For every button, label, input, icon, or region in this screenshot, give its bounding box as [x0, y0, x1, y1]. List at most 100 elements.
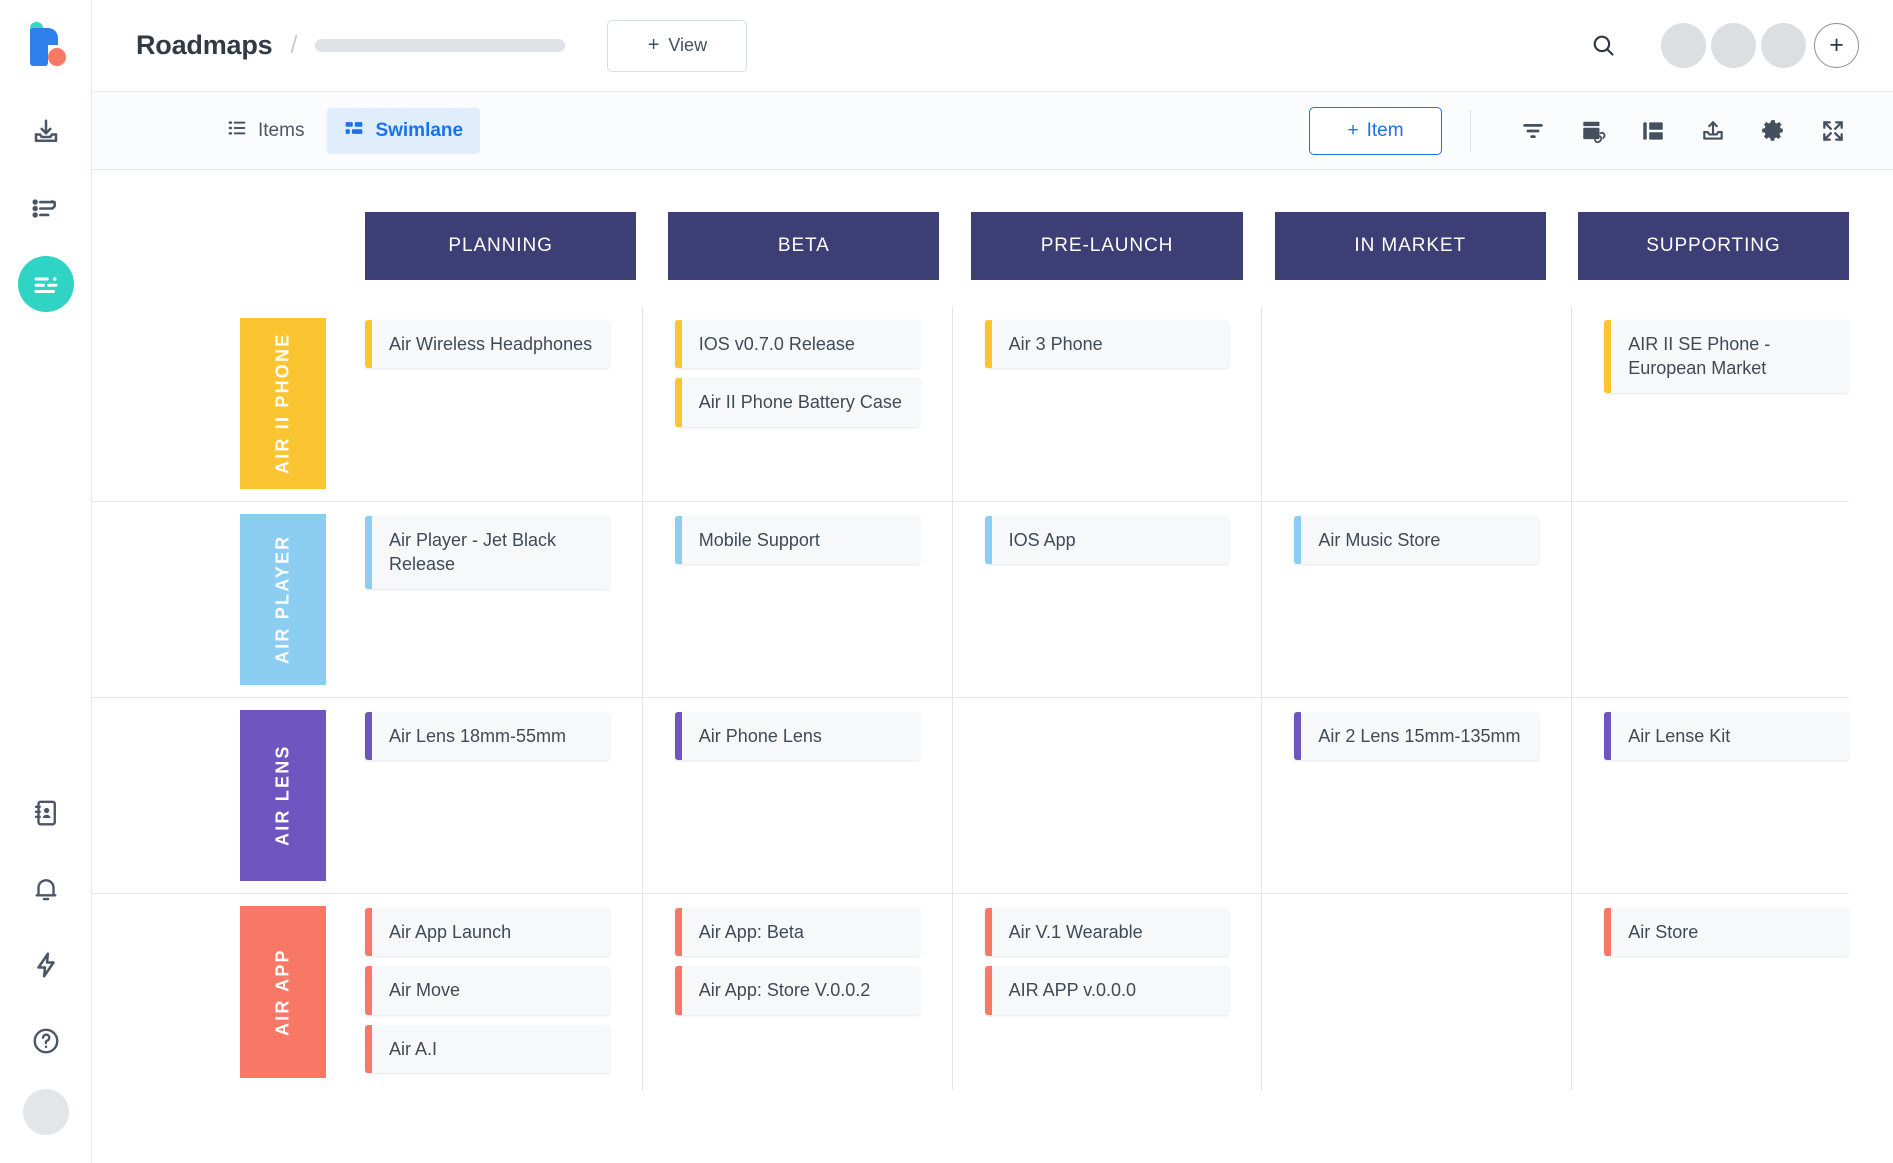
lane-cell-planning[interactable]: Air Wireless Headphones	[365, 306, 643, 501]
lane-cell-beta[interactable]: Air Phone Lens	[674, 698, 953, 893]
lane-cell-beta[interactable]: IOS v0.7.0 Release Air II Phone Battery C…	[674, 306, 953, 501]
layout-columns-icon[interactable]	[1627, 107, 1679, 155]
address-book-icon[interactable]	[18, 785, 74, 841]
app-logo-icon[interactable]	[20, 18, 72, 70]
view-toolbar: Items Swimlane + Item	[92, 92, 1893, 170]
export-upload-icon[interactable]	[1687, 107, 1739, 155]
lane-label-air-player[interactable]: AIR PLAYER	[240, 514, 326, 685]
fullscreen-expand-icon[interactable]	[1807, 107, 1859, 155]
roadmap-card[interactable]: Mobile Support	[674, 516, 920, 565]
column-header-beta[interactable]: BETA	[668, 212, 940, 280]
card-color-stripe	[984, 966, 992, 1015]
roadmap-card[interactable]: Air App: Beta	[674, 908, 920, 957]
roadmap-card[interactable]: Air Lense Kit	[1604, 712, 1849, 761]
roadmap-card[interactable]: IOS v0.7.0 Release	[674, 320, 920, 369]
lane-cell-pre-launch[interactable]: IOS App	[984, 502, 1263, 697]
card-title: Air Music Store	[1318, 530, 1441, 550]
column-header-planning[interactable]: PLANNING	[365, 212, 637, 280]
roadmap-card[interactable]: Air Music Store	[1294, 516, 1540, 565]
roadmap-card[interactable]: AIR APP v.0.0.0	[984, 966, 1230, 1015]
plus-icon: +	[1347, 119, 1359, 141]
roadmap-board-icon[interactable]	[17, 256, 74, 312]
roadmap-card[interactable]: Air Phone Lens	[674, 712, 920, 761]
roadmap-card[interactable]: Air 3 Phone	[984, 320, 1230, 369]
filter-icon[interactable]	[1507, 107, 1559, 155]
lane-cell-beta[interactable]: Air App: Beta Air App: Store V.0.0.2	[674, 894, 953, 1090]
lane-cell-pre-launch[interactable]: Air V.1 Wearable AIR APP v.0.0.0	[984, 894, 1263, 1090]
lane-cell-planning[interactable]: Air App Launch Air Move Air A.I	[365, 894, 643, 1090]
roadmap-card[interactable]: Air 2 Lens 15mm-135mm	[1294, 712, 1540, 761]
column-header-supporting[interactable]: SUPPORTING	[1577, 212, 1850, 280]
user-avatar[interactable]	[22, 1089, 69, 1135]
lane-cell-supporting[interactable]	[1604, 502, 1849, 697]
lane-label-wrap: AIR II PHONE	[240, 306, 365, 501]
left-nav-rail	[0, 0, 92, 1163]
roadmap-card[interactable]: Air V.1 Wearable	[984, 908, 1230, 957]
lane-cell-supporting[interactable]: Air Lense Kit	[1604, 698, 1849, 893]
roadmap-card[interactable]: Air Store	[1604, 908, 1849, 957]
help-question-icon[interactable]	[18, 1013, 74, 1069]
lane-cell-supporting[interactable]: Air Store	[1604, 894, 1849, 1090]
card-title: AIR APP v.0.0.0	[1008, 980, 1136, 1001]
insights-list-icon[interactable]	[18, 180, 74, 236]
tab-swimlane[interactable]: Swimlane	[327, 107, 481, 154]
add-member-button[interactable]: +	[1814, 23, 1859, 68]
integrations-bolt-icon[interactable]	[18, 937, 74, 993]
roadmap-card[interactable]: Air A.I	[365, 1024, 610, 1073]
card-title: Air App Launch	[389, 922, 512, 942]
roadmap-card[interactable]: Air Move	[365, 966, 610, 1015]
lane-cell-in-market[interactable]: Air Music Store	[1294, 502, 1573, 697]
add-item-button[interactable]: + Item	[1309, 106, 1442, 155]
roadmap-card[interactable]: Air Lens 18mm-55mm	[365, 712, 610, 761]
roadmap-card[interactable]: Air App Launch	[365, 908, 610, 957]
lane-cell-in-market[interactable]: Air 2 Lens 15mm-135mm	[1294, 698, 1573, 893]
roadmap-card[interactable]: Air App: Store V.0.0.2	[674, 966, 920, 1015]
lane-label-wrap: AIR LENS	[240, 698, 365, 893]
lane-columns: Air Player - Jet Black Release Mobile Sup…	[365, 502, 1849, 697]
card-color-stripe	[1294, 516, 1302, 565]
roadmap-card[interactable]: IOS App	[984, 516, 1230, 565]
lane-cell-in-market[interactable]	[1294, 306, 1573, 501]
lane-label-wrap: AIR APP	[240, 894, 365, 1090]
lane-cell-pre-launch[interactable]	[985, 698, 1263, 893]
card-title: Air Store	[1628, 922, 1699, 942]
card-title: Air 2 Lens 15mm-135mm	[1318, 726, 1521, 746]
roadmap-card[interactable]: Air Player - Jet Black Release	[365, 516, 610, 589]
lane-cell-in-market[interactable]	[1294, 894, 1573, 1090]
add-view-button[interactable]: + View	[607, 19, 748, 72]
card-color-stripe	[1604, 908, 1612, 957]
link-board-icon[interactable]	[1567, 107, 1619, 155]
app-root: Roadmaps / + View + Items Swimlane + Ite…	[0, 0, 1893, 1163]
card-color-stripe	[1604, 712, 1612, 761]
card-title: Air Lens 18mm-55mm	[389, 726, 567, 746]
swimlane-icon	[344, 118, 364, 144]
roadmap-card[interactable]: Air II Phone Battery Case	[674, 378, 920, 427]
lane-list: AIR II PHONE Air Wireless Headphones IOS v…	[92, 306, 1849, 1090]
breadcrumb-placeholder-bar[interactable]	[315, 39, 566, 52]
avatar[interactable]	[1661, 23, 1706, 68]
search-icon[interactable]	[1580, 23, 1626, 69]
card-title: Air App: Beta	[698, 922, 804, 942]
card-title: Air A.I	[389, 1038, 438, 1059]
lane-cell-planning[interactable]: Air Lens 18mm-55mm	[365, 698, 643, 893]
column-header-in-market[interactable]: IN MARKET	[1274, 212, 1546, 280]
lane-cell-planning[interactable]: Air Player - Jet Black Release	[365, 502, 643, 697]
lane-cell-beta[interactable]: Mobile Support	[674, 502, 953, 697]
avatar[interactable]	[1761, 23, 1806, 68]
settings-gear-icon[interactable]	[1747, 107, 1799, 155]
lane-label-air-lens[interactable]: AIR LENS	[240, 710, 326, 881]
lane-cell-supporting[interactable]: AIR II SE Phone - European Market	[1604, 306, 1849, 501]
card-color-stripe	[674, 320, 682, 369]
column-header-pre-launch[interactable]: PRE-LAUNCH	[971, 212, 1243, 280]
tab-items[interactable]: Items	[210, 108, 321, 154]
avatar[interactable]	[1711, 23, 1756, 68]
roadmap-card[interactable]: Air Wireless Headphones	[365, 320, 610, 369]
notifications-bell-icon[interactable]	[18, 861, 74, 917]
roadmap-card[interactable]: AIR II SE Phone - European Market	[1604, 320, 1849, 393]
lane-cell-pre-launch[interactable]: Air 3 Phone	[984, 306, 1263, 501]
lane-label-air-app[interactable]: AIR APP	[240, 906, 326, 1078]
lane-label-air-ii-phone[interactable]: AIR II PHONE	[240, 318, 326, 489]
inbox-download-icon[interactable]	[18, 104, 74, 160]
card-color-stripe	[365, 1024, 372, 1073]
lane-label-wrap: AIR PLAYER	[240, 502, 365, 697]
